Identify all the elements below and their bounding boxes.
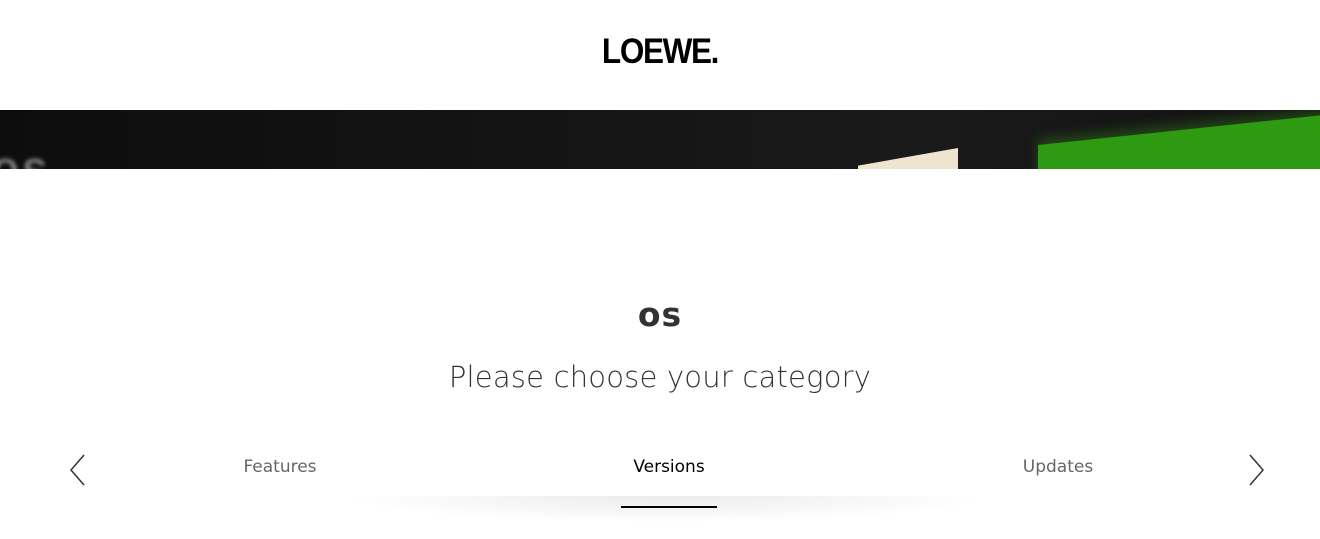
tab-features[interactable]: Features (230, 452, 330, 506)
chevron-left-icon (64, 452, 94, 488)
page: LOEWE. os os Please choose your category… (0, 0, 1320, 539)
hero-green-shape (1038, 113, 1320, 169)
tab-updates[interactable]: Updates (1008, 452, 1108, 506)
carousel-prev-button[interactable] (64, 452, 94, 488)
site-header: LOEWE. (0, 0, 1320, 110)
chevron-right-icon (1242, 452, 1272, 488)
loewe-logo[interactable]: LOEWE. (66, 30, 1254, 74)
category-prompt: Please choose your category (448, 360, 872, 394)
hero-banner: os (0, 110, 1320, 169)
hero-blurred-text: os (0, 146, 51, 170)
hero-card-shape (858, 148, 958, 169)
carousel-next-button[interactable] (1242, 452, 1272, 488)
tab-versions[interactable]: Versions (621, 452, 717, 508)
page-title: os (637, 295, 683, 334)
